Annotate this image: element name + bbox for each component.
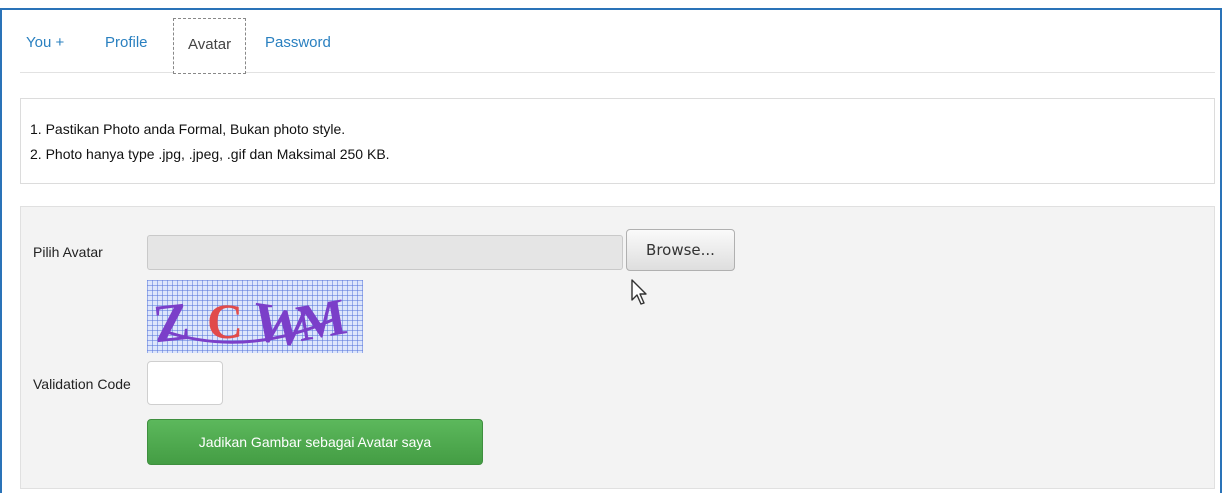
captcha-char-4: M — [293, 288, 351, 353]
file-path-field[interactable] — [147, 235, 623, 270]
captcha-glyphs: Z C W M — [150, 288, 351, 353]
validation-code-input[interactable] — [147, 361, 223, 405]
tab-avatar[interactable]: Avatar — [173, 18, 247, 74]
tab-password[interactable]: Password — [265, 14, 331, 72]
set-avatar-button[interactable]: Jadikan Gambar sebagai Avatar saya — [147, 419, 483, 465]
profile-tabs: You + Profile Avatar Password — [20, 14, 1215, 74]
captcha-char-1: Z — [150, 291, 192, 353]
browse-button[interactable]: Browse... — [626, 229, 735, 271]
upload-instructions: 1. Pastikan Photo anda Formal, Bukan pho… — [20, 98, 1215, 184]
avatar-form: Pilih Avatar Browse... Z C W M Validatio… — [20, 206, 1215, 489]
instruction-item: 1. Pastikan Photo anda Formal, Bukan pho… — [30, 121, 346, 137]
mouse-pointer-icon — [631, 279, 647, 305]
validation-code-label: Validation Code — [33, 376, 131, 392]
avatar-label: Pilih Avatar — [33, 244, 103, 260]
tab-you[interactable]: You + — [26, 14, 64, 72]
captcha-image: Z C W M — [147, 280, 363, 353]
tab-profile[interactable]: Profile — [105, 14, 148, 72]
instruction-item: 2. Photo hanya type .jpg, .jpeg, .gif da… — [30, 146, 390, 162]
